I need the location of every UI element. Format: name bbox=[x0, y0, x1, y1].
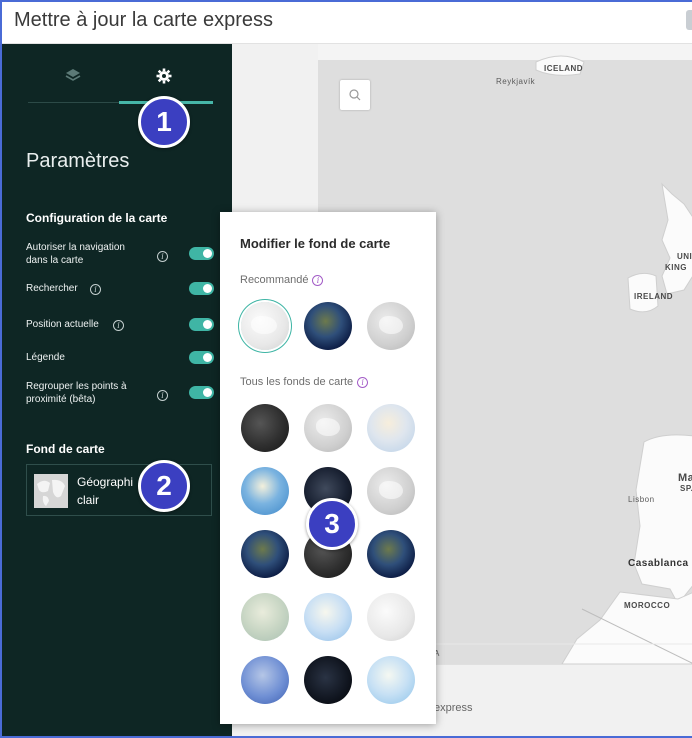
basemap-option-ice[interactable] bbox=[367, 656, 415, 704]
basemap-option-pastel[interactable] bbox=[304, 593, 352, 641]
recommended-label: Recommandé i bbox=[240, 274, 324, 286]
callout-badge-3: 3 bbox=[306, 498, 358, 550]
map-label: Ma bbox=[678, 472, 692, 484]
info-icon[interactable]: i bbox=[113, 320, 124, 331]
basemap-option-gray[interactable] bbox=[367, 302, 415, 350]
map-label: UNIT bbox=[677, 252, 692, 261]
option-label: Légende bbox=[26, 352, 65, 363]
basemap-name-line2: clair bbox=[77, 493, 100, 507]
footer-text: express bbox=[434, 702, 473, 714]
option-search: Rechercher i bbox=[26, 282, 214, 295]
info-icon[interactable]: i bbox=[90, 284, 101, 295]
popup-title: Modifier le fond de carte bbox=[240, 236, 391, 251]
info-icon[interactable]: i bbox=[357, 376, 369, 388]
basemap-thumbnail bbox=[34, 474, 68, 508]
basemap-thumbnail-art bbox=[34, 474, 68, 508]
recommended-text: Recommandé bbox=[240, 274, 309, 286]
basemap-option-oceans[interactable] bbox=[241, 467, 289, 515]
basemap-option-imagery[interactable] bbox=[241, 530, 289, 578]
option-map-navigation: Autoriser la navigation dans la carte i bbox=[26, 241, 214, 267]
option-current-location: Position actuelle i bbox=[26, 318, 214, 331]
map-label: MOROCCO bbox=[624, 601, 671, 610]
basemap-option-light-gray[interactable] bbox=[241, 302, 289, 350]
title-bar: Mettre à jour la carte express bbox=[2, 2, 692, 44]
map-label: Reykjavík bbox=[496, 77, 536, 86]
legend-toggle[interactable] bbox=[189, 351, 214, 364]
basemap-option-gray[interactable] bbox=[367, 467, 415, 515]
basemap-option-black[interactable] bbox=[304, 656, 352, 704]
option-label: Rechercher bbox=[26, 283, 78, 294]
basemap-option-white[interactable] bbox=[367, 593, 415, 641]
basemap-option-gray[interactable] bbox=[304, 404, 352, 452]
search-toggle[interactable] bbox=[189, 282, 214, 295]
panel-heading: Paramètres bbox=[26, 150, 130, 172]
basemap-section-title: Fond de carte bbox=[26, 442, 105, 456]
map-label: KING bbox=[665, 263, 687, 272]
map-config-section-title: Configuration de la carte bbox=[26, 211, 168, 225]
info-icon[interactable]: i bbox=[312, 274, 324, 286]
settings-sidebar: Paramètres Configuration de la carte Aut… bbox=[2, 44, 232, 736]
title-bar-control[interactable] bbox=[686, 10, 692, 30]
map-label: Lisbon bbox=[628, 495, 655, 504]
clustering-toggle[interactable] bbox=[189, 386, 214, 399]
location-toggle[interactable] bbox=[189, 318, 214, 331]
callout-badge-2: 2 bbox=[138, 460, 190, 512]
map-search-button[interactable] bbox=[340, 80, 370, 110]
all-basemaps-text: Tous les fonds de carte bbox=[240, 376, 354, 388]
map-label: ICELAND bbox=[544, 64, 584, 73]
window-title: Mettre à jour la carte express bbox=[14, 9, 273, 31]
map-label: SP. bbox=[680, 484, 692, 493]
info-icon[interactable]: i bbox=[157, 390, 168, 401]
map-label: IRELAND bbox=[634, 292, 674, 301]
callout-badge-1: 1 bbox=[138, 96, 190, 148]
gear-icon bbox=[156, 68, 172, 84]
option-legend: Légende bbox=[26, 351, 214, 364]
option-label: Position actuelle bbox=[26, 319, 99, 330]
info-icon[interactable]: i bbox=[157, 251, 168, 262]
option-clustering: Regrouper les points à proximité (bêta) … bbox=[26, 380, 214, 406]
basemap-option-terrain[interactable] bbox=[241, 593, 289, 641]
basemap-gallery-popup: Modifier le fond de carte Recommandé i To… bbox=[220, 212, 436, 724]
app-window: Mettre à jour la carte express Paramètre… bbox=[0, 0, 692, 738]
basemap-option-blue[interactable] bbox=[241, 656, 289, 704]
basemap-option-streets[interactable] bbox=[367, 404, 415, 452]
option-label: Autoriser la navigation dans la carte bbox=[26, 242, 125, 266]
map-label: Casablanca bbox=[628, 558, 689, 569]
all-basemaps-label: Tous les fonds de carte i bbox=[240, 376, 369, 388]
basemap-option-dark-gray[interactable] bbox=[241, 404, 289, 452]
navigation-toggle[interactable] bbox=[189, 247, 214, 260]
basemap-option-imagery[interactable] bbox=[304, 302, 352, 350]
basemap-option-imagery[interactable] bbox=[367, 530, 415, 578]
option-label: Regrouper les points à proximité (bêta) bbox=[26, 381, 127, 405]
settings-tab[interactable] bbox=[154, 66, 174, 86]
layers-icon bbox=[65, 69, 81, 81]
search-icon bbox=[349, 89, 361, 101]
layers-tab[interactable] bbox=[63, 66, 83, 86]
basemap-name-line1: Géographi bbox=[77, 475, 134, 489]
